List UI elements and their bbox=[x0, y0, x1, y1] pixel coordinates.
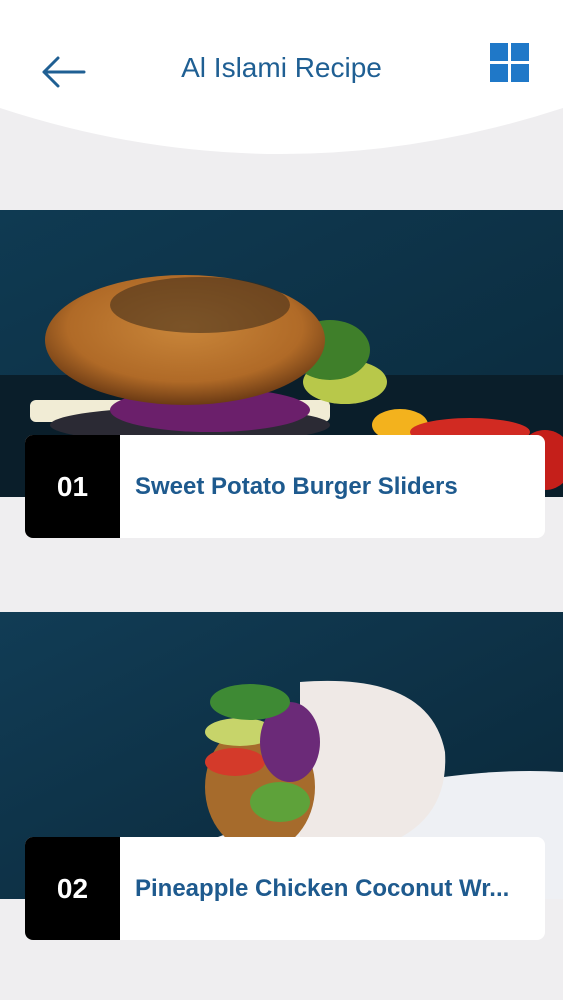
recipe-name: Pineapple Chicken Coconut Wr... bbox=[135, 874, 510, 902]
page-title: Al Islami Recipe bbox=[181, 52, 382, 83]
recipe-number: 02 bbox=[25, 837, 120, 940]
grid-menu-button[interactable] bbox=[490, 43, 530, 83]
recipe-title-bar[interactable]: 01 Sweet Potato Burger Sliders bbox=[25, 435, 545, 538]
app-header: Al Islami Recipe bbox=[0, 0, 563, 170]
grid-icon bbox=[490, 43, 529, 82]
recipe-title-bar[interactable]: 02 Pineapple Chicken Coconut Wr... bbox=[25, 837, 545, 940]
recipe-card[interactable]: 02 Pineapple Chicken Coconut Wr... bbox=[0, 612, 563, 942]
recipe-number: 01 bbox=[25, 435, 120, 538]
recipe-name: Sweet Potato Burger Sliders bbox=[135, 472, 458, 500]
recipe-card[interactable]: 01 Sweet Potato Burger Sliders bbox=[0, 210, 563, 540]
